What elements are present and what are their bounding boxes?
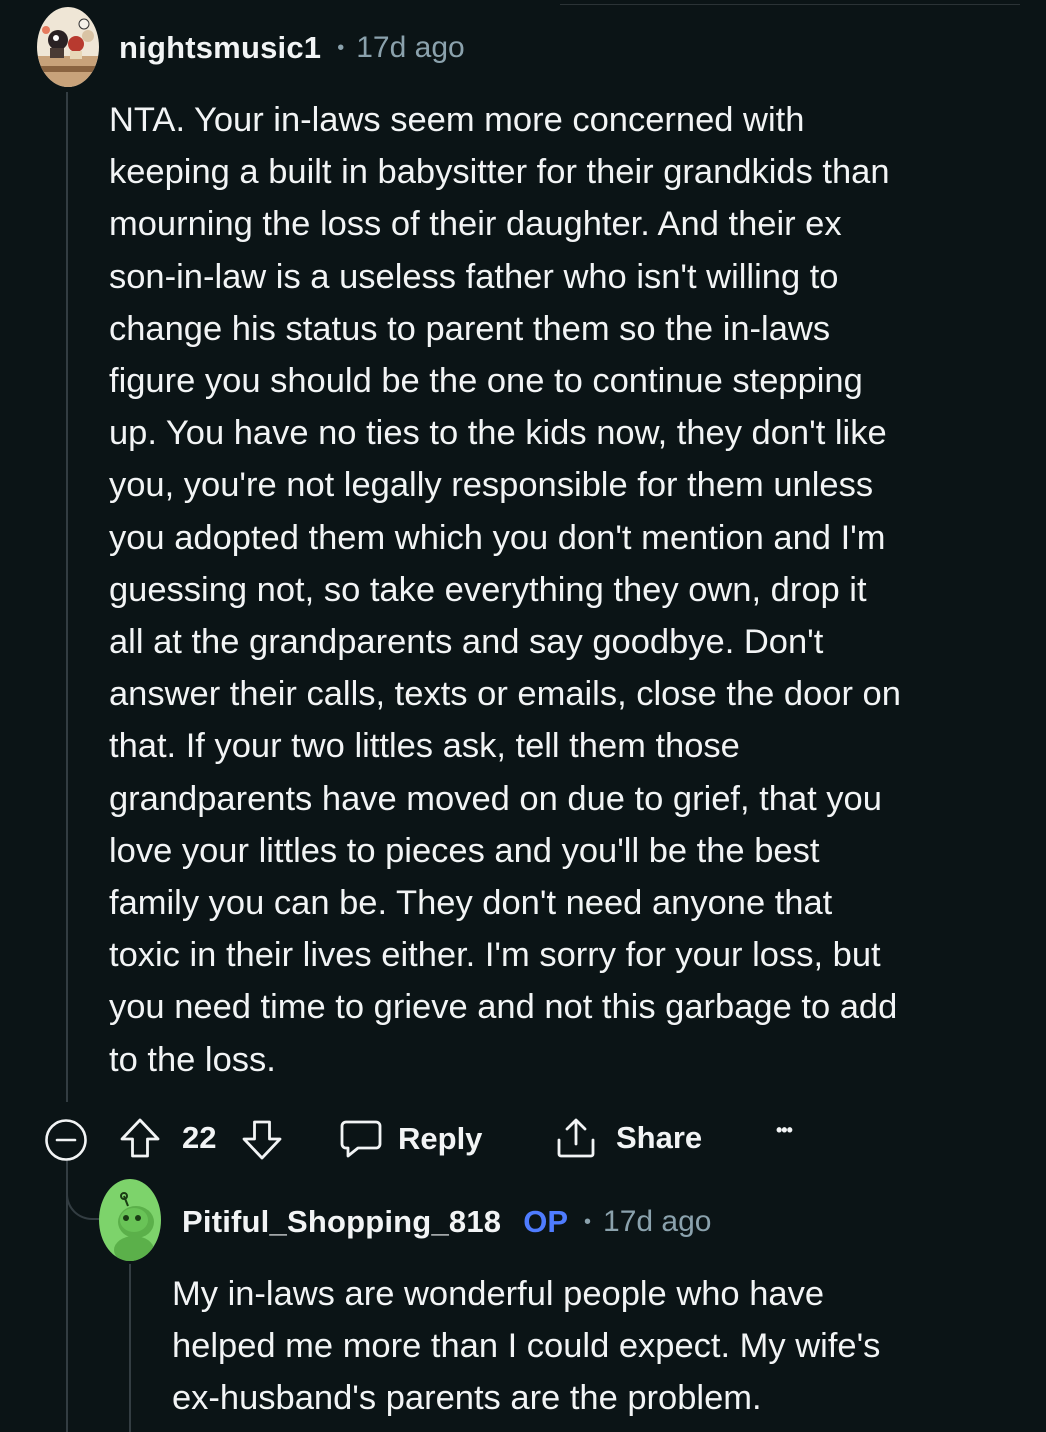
body-line: up. You have no ties to the kids now, th… (109, 414, 887, 453)
body-line: you need time to grieve and not this gar… (109, 988, 898, 1027)
user-avatar-icon[interactable] (36, 6, 100, 88)
body-line: you adopted them which you don't mention… (109, 518, 886, 557)
body-line: answer their calls, texts or emails, clo… (109, 675, 901, 714)
body-line: love your littles to pieces and you'll b… (109, 831, 820, 870)
top-divider (560, 4, 1020, 5)
reply-thread-connector (66, 1160, 100, 1220)
body-line: you, you're not legally responsible for … (109, 466, 874, 505)
vote-score: 22 (182, 1120, 217, 1155)
comment-meta: nightsmusic1 • 17d ago (119, 26, 465, 70)
speech-bubble-icon (340, 1120, 382, 1158)
body-line: grandparents have moved on due to grief,… (109, 779, 882, 818)
body-line: ex-husband's parents are the problem. (172, 1379, 762, 1418)
body-line: change his status to parent them so the … (109, 309, 831, 348)
reply-body: My in-laws are wonderful people who have… (172, 1268, 1032, 1425)
downvote-arrow-icon (242, 1120, 282, 1160)
body-line: all at the grandparents and say goodbye.… (109, 623, 824, 662)
reply-button[interactable]: Reply (340, 1118, 482, 1160)
share-button[interactable]: Share (554, 1116, 702, 1160)
share-upload-icon (557, 1118, 595, 1158)
comment-username[interactable]: nightsmusic1 (119, 30, 321, 66)
body-line: that. If your two littles ask, tell them… (109, 727, 740, 766)
body-line: son-in-law is a useless father who isn't… (109, 257, 839, 296)
comment-thread-line[interactable] (66, 92, 68, 1102)
collapse-button[interactable] (44, 1118, 88, 1162)
reply-meta-separator: • (584, 1210, 592, 1233)
reply-timestamp[interactable]: 17d ago (603, 1205, 711, 1239)
body-line: to the loss. (109, 1040, 276, 1079)
snoo-avatar-icon[interactable] (98, 1178, 162, 1262)
body-line: toxic in their lives either. I'm sorry f… (109, 936, 881, 975)
upvote-button[interactable] (118, 1116, 162, 1160)
body-line: NTA. Your in-laws seem more concerned wi… (109, 101, 805, 139)
reply-thread-line[interactable] (129, 1264, 131, 1432)
reply-username[interactable]: Pitiful_Shopping_818 (182, 1204, 501, 1240)
comment-action-bar: 22 Reply Share ••• (44, 1112, 844, 1164)
body-line: figure you should be the one to continue… (109, 362, 863, 401)
reply-meta: Pitiful_Shopping_818 OP • 17d ago (182, 1200, 711, 1244)
comment-timestamp[interactable]: 17d ago (356, 31, 464, 65)
comment-body: NTA. Your in-laws seem more concerned wi… (109, 94, 1009, 1086)
meta-separator: • (337, 36, 345, 59)
body-line: family you can be. They don't need anyon… (109, 884, 833, 923)
upvote-arrow-icon (120, 1118, 160, 1158)
reply-label: Reply (398, 1121, 483, 1156)
more-options-button[interactable]: ••• (776, 1120, 793, 1141)
body-line: My in-laws are wonderful people who have (172, 1275, 825, 1313)
collapse-minus-icon (45, 1119, 87, 1161)
op-badge: OP (523, 1204, 569, 1239)
share-label: Share (616, 1120, 703, 1155)
body-line: guessing not, so take everything they ow… (109, 570, 867, 609)
body-line: keeping a built in babysitter for their … (109, 153, 890, 192)
body-line: mourning the loss of their daughter. And… (109, 205, 842, 244)
downvote-button[interactable] (240, 1118, 284, 1162)
body-line: helped me more than I could expect. My w… (172, 1327, 881, 1366)
